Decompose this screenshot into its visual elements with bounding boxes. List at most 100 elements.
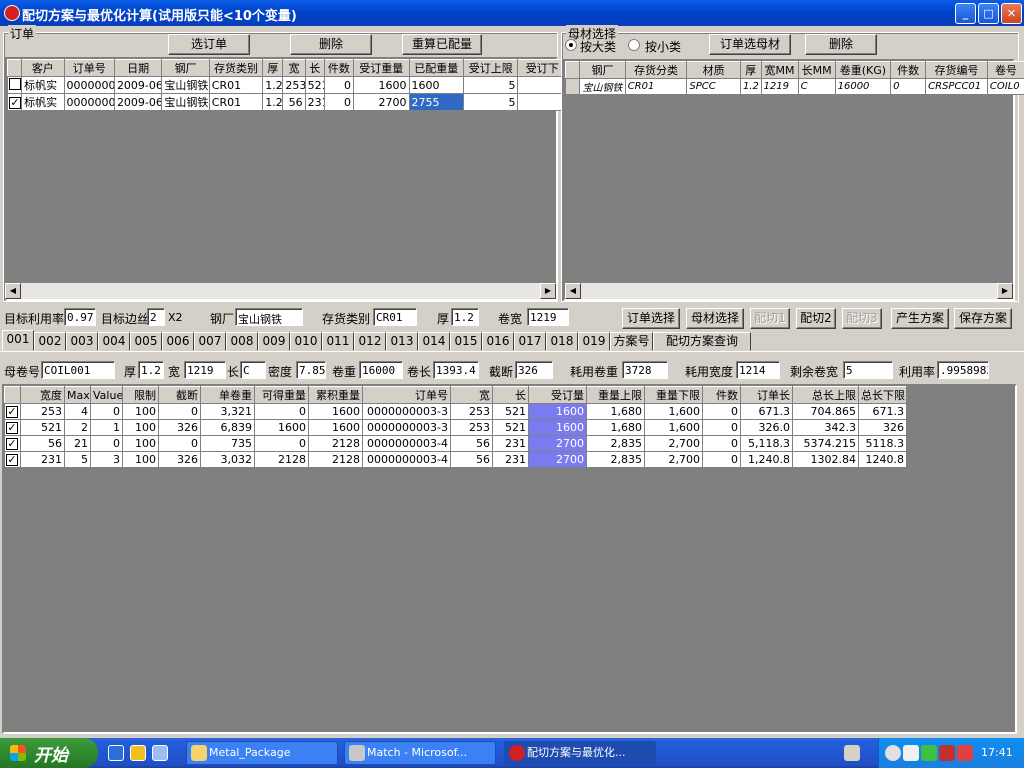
table-cell[interactable]: 1600 xyxy=(408,76,464,94)
table-cell[interactable]: 1.2 xyxy=(262,93,284,111)
tab-008[interactable]: 008 xyxy=(226,332,258,351)
mother-row[interactable]: 宝山钢铁 CR01 SPCC 1.2 1219 C 16000 0 CRSPCC01 COIL0 xyxy=(564,78,1024,95)
used-width-input[interactable]: 1214 xyxy=(736,361,780,379)
taskbar-item-cutting-plan[interactable]: 配切方案与最优化... xyxy=(504,741,656,765)
row-check-cell[interactable]: ✓ xyxy=(4,419,21,436)
plan-grid[interactable]: 宽度 Max Value 限制 截断 单卷重 可得重量 累积重量 订单号宽长受订量 重量上限 重量下… xyxy=(2,384,1017,734)
checkbox-icon[interactable]: ✓ xyxy=(6,406,18,418)
tab-014[interactable]: 014 xyxy=(418,332,450,351)
table-cell[interactable]: 0 xyxy=(158,435,201,452)
table-cell[interactable]: 326.0 xyxy=(740,419,793,436)
width-input[interactable]: 1219 xyxy=(527,308,569,326)
table-cell[interactable]: 5118.3 xyxy=(858,435,907,452)
table-cell[interactable]: 56 xyxy=(20,435,65,452)
table-cell[interactable]: 342.3 xyxy=(792,419,859,436)
table-cell[interactable]: 521 xyxy=(20,419,65,436)
plan-col-header[interactable]: 总长上限 xyxy=(792,386,859,404)
table-row[interactable]: 标帆实0000000(2009-06宝山钢铁CR011.225352101600… xyxy=(6,76,567,94)
plan-col-header[interactable]: 重量上限 xyxy=(586,386,645,404)
coil-input[interactable]: COIL001 xyxy=(41,361,115,379)
keyboard-icon[interactable] xyxy=(844,745,860,761)
table-row[interactable]: ✓ 231 5 3 100 326 3,032 2128 2128 0000000003-4 56 2… xyxy=(4,451,907,468)
plan-col-header[interactable]: 累积重量 xyxy=(308,386,363,404)
orders-col-header[interactable]: 受订下 xyxy=(517,59,567,77)
table-cell[interactable]: 100 xyxy=(122,419,159,436)
plan-col-header[interactable]: Max xyxy=(64,386,91,404)
scroll-left-icon[interactable]: ◀ xyxy=(565,283,581,299)
orders-grid[interactable]: 客户 订单号 日期 钢厂 存货类别厚宽长件数 受订重量 已配重量 受订上限 受订下 标帆实 000… xyxy=(5,57,567,301)
plan-col-header[interactable]: 受订量 xyxy=(528,386,587,404)
checkbox-icon[interactable] xyxy=(9,77,21,90)
table-cell[interactable]: 2700 xyxy=(353,93,410,111)
row-check-cell[interactable]: ✓ xyxy=(4,403,21,420)
table-cell[interactable]: 735 xyxy=(200,435,255,452)
table-cell[interactable]: 1 xyxy=(90,419,123,436)
remain-width-input[interactable]: 5 xyxy=(843,361,893,379)
density-input[interactable]: 7.85 xyxy=(296,361,326,379)
tab-013[interactable]: 013 xyxy=(386,332,418,351)
table-cell[interactable]: 1600 xyxy=(528,419,587,436)
table-cell[interactable]: 6,839 xyxy=(200,419,255,436)
table-cell[interactable]: 0 xyxy=(254,435,309,452)
maximize-button[interactable]: □ xyxy=(978,3,999,24)
tab-015[interactable]: 015 xyxy=(450,332,482,351)
table-cell[interactable]: CR01 xyxy=(208,76,264,94)
table-cell[interactable]: 2128 xyxy=(254,451,309,468)
table-cell[interactable]: 671.3 xyxy=(858,403,907,420)
table-cell[interactable]: 2128 xyxy=(308,435,363,452)
table-cell[interactable]: 1240.8 xyxy=(858,451,907,468)
table-cell[interactable]: 2009-06 xyxy=(113,76,163,94)
table-cell[interactable]: 521 xyxy=(492,419,529,436)
rate-input[interactable]: .9958983 xyxy=(937,361,989,379)
table-cell[interactable]: 521 xyxy=(304,76,325,94)
scroll-left-icon[interactable]: ◀ xyxy=(5,283,21,299)
table-cell[interactable]: 标帆实 xyxy=(21,93,65,111)
coil-length-input[interactable]: 1393.4 xyxy=(433,361,479,379)
target-edge-input[interactable]: 2 xyxy=(147,308,165,326)
table-cell[interactable]: 326 xyxy=(158,419,201,436)
mother-col-header[interactable]: 材质 xyxy=(686,61,741,79)
orders-col-header[interactable]: 长 xyxy=(304,59,325,77)
mother-select-button[interactable]: 母材选择 xyxy=(686,308,744,329)
table-cell[interactable]: 326 xyxy=(858,419,907,436)
table-cell[interactable]: 0 xyxy=(158,403,201,420)
table-cell[interactable]: 253 xyxy=(20,403,65,420)
table-cell[interactable]: 1600 xyxy=(308,403,363,420)
table-cell[interactable]: 56 xyxy=(450,435,493,452)
row-check-cell[interactable]: ✓ xyxy=(4,435,21,452)
table-cell[interactable]: 100 xyxy=(122,403,159,420)
target-rate-input[interactable]: 0.97 xyxy=(64,308,96,326)
table-cell[interactable]: 宝山钢铁 xyxy=(579,78,626,95)
table-cell[interactable]: 1,680 xyxy=(586,403,645,420)
checkbox-icon[interactable]: ✓ xyxy=(6,438,18,450)
table-cell[interactable]: 0 xyxy=(890,78,927,95)
mother-col-header[interactable]: 存货分类 xyxy=(624,61,688,79)
tab-011[interactable]: 011 xyxy=(322,332,354,351)
table-cell[interactable]: 704.865 xyxy=(792,403,859,420)
minimize-button[interactable]: _ xyxy=(955,3,976,24)
cut2-button[interactable]: 配切2 xyxy=(796,308,836,329)
radio-big-label[interactable]: 按大类 xyxy=(580,38,616,55)
cut-input[interactable]: 326 xyxy=(515,361,553,379)
plan-col-header[interactable]: 总长下限 xyxy=(858,386,907,404)
table-cell[interactable]: 0 xyxy=(90,403,123,420)
tray-sound-icon[interactable] xyxy=(885,745,901,761)
quicklaunch-icon[interactable] xyxy=(130,745,146,761)
table-cell[interactable]: 1219 xyxy=(760,78,799,95)
tab-010[interactable]: 010 xyxy=(290,332,322,351)
delete-mother-button[interactable]: 删除 xyxy=(805,34,877,55)
table-cell[interactable]: 231 xyxy=(492,451,529,468)
table-cell[interactable]: 0 xyxy=(702,435,741,452)
table-cell[interactable]: 1.2 xyxy=(739,78,762,95)
table-cell[interactable]: 宝山钢铁 xyxy=(161,76,210,94)
table-cell[interactable]: SPCC xyxy=(686,78,741,95)
table-cell[interactable]: 1600 xyxy=(254,419,309,436)
plan-col-header[interactable]: 限制 xyxy=(122,386,159,404)
tab-012[interactable]: 012 xyxy=(354,332,386,351)
table-cell[interactable]: 0000000003-3 xyxy=(362,419,451,436)
mother-col-header[interactable]: 宽MM xyxy=(760,61,799,79)
plan-col-header[interactable]: 件数 xyxy=(702,386,741,404)
table-cell[interactable]: CRSPCC01 xyxy=(925,78,988,95)
tab-006[interactable]: 006 xyxy=(162,332,194,351)
table-cell[interactable]: 2,835 xyxy=(586,435,645,452)
